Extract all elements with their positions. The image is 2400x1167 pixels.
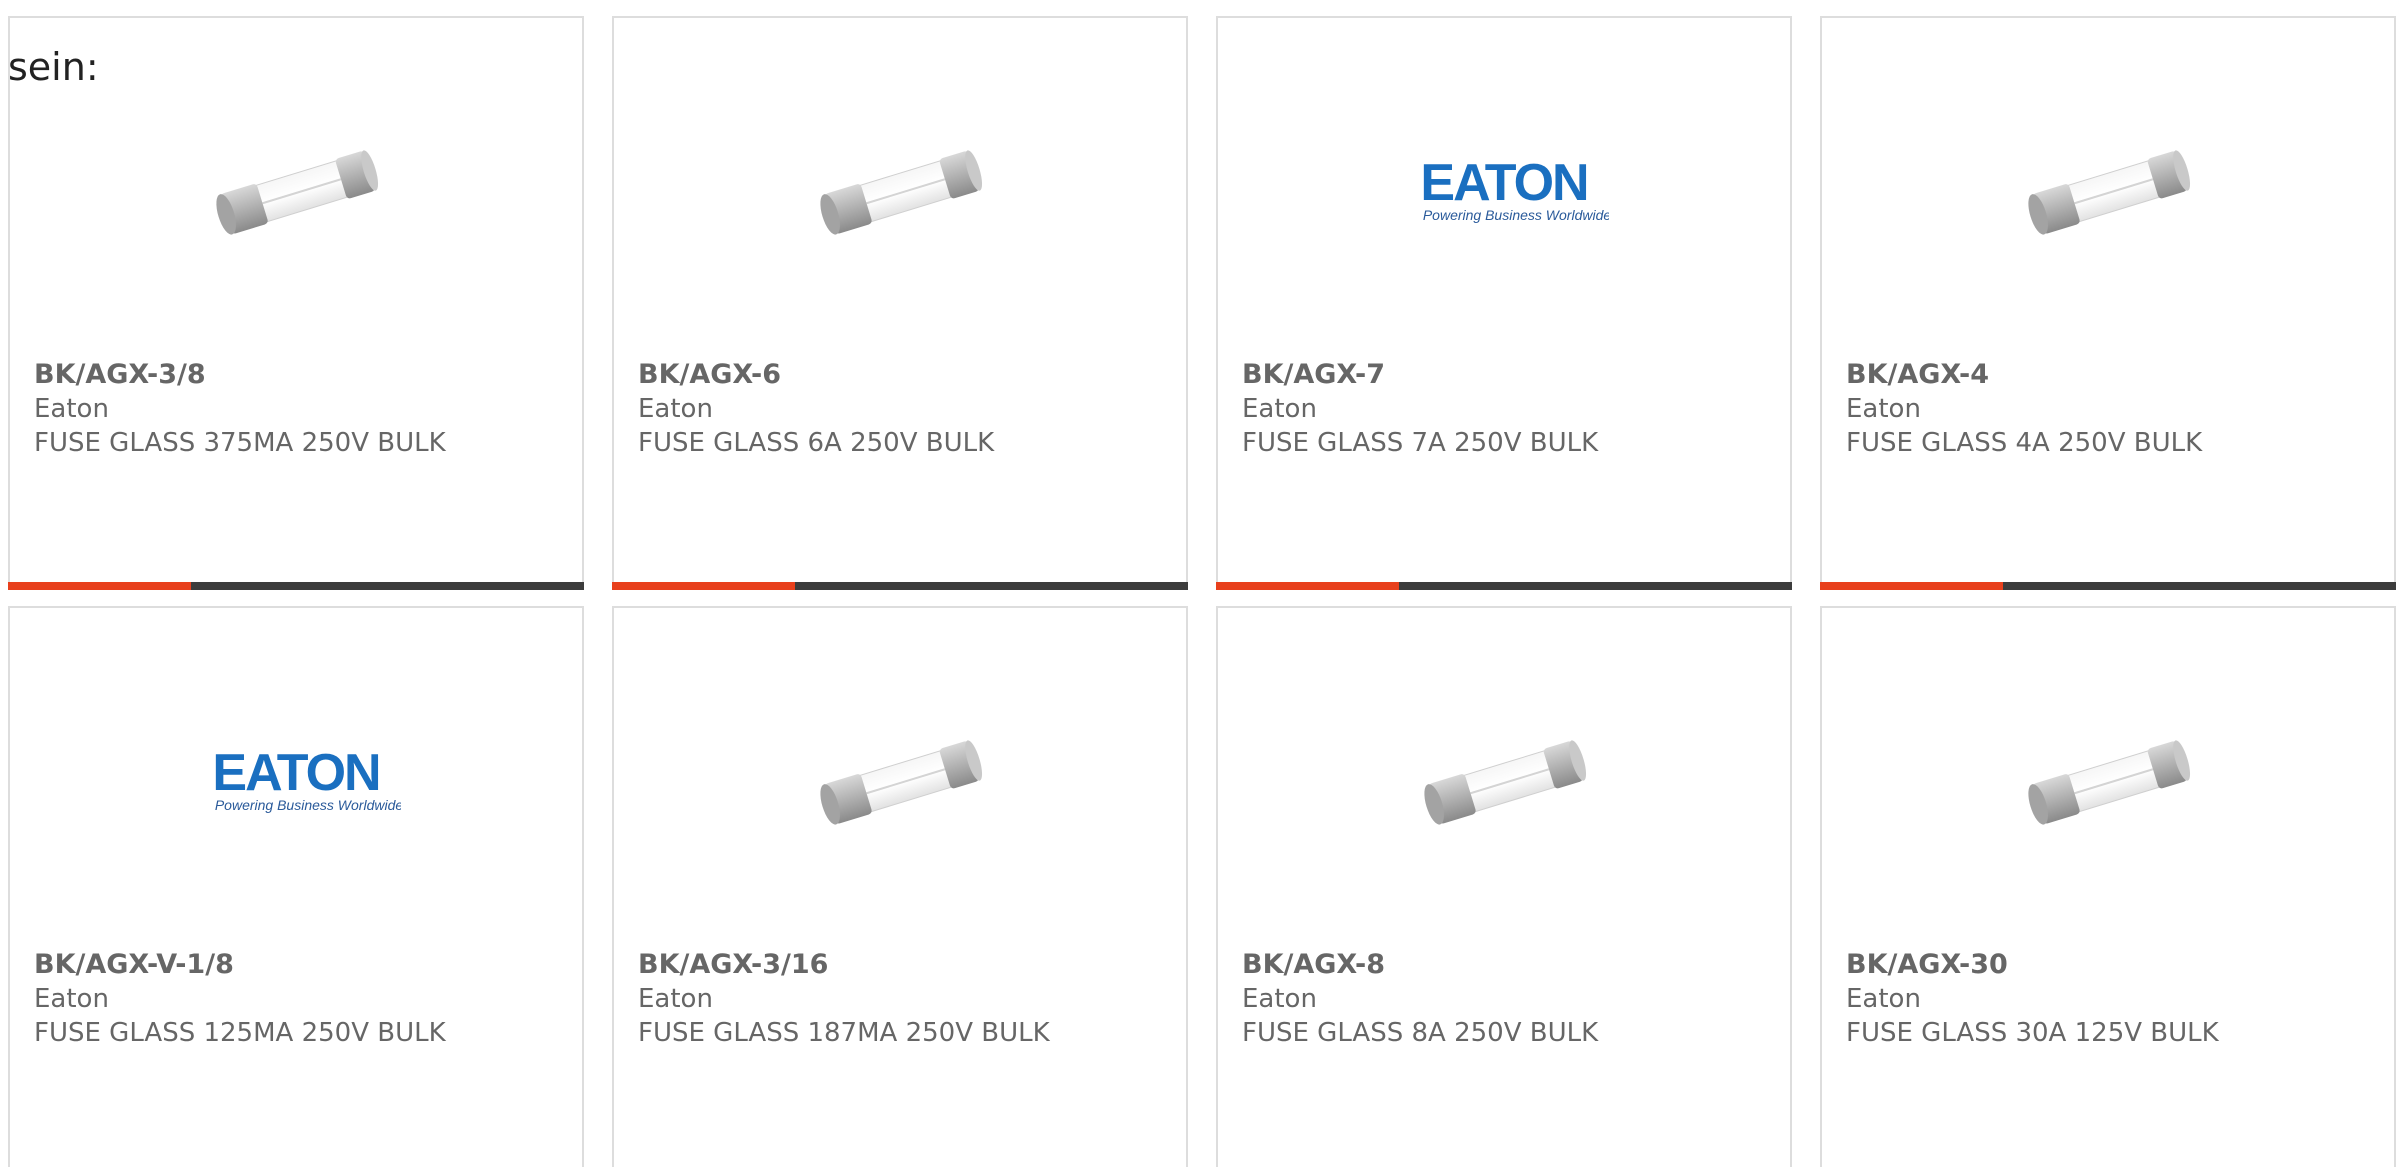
product-image[interactable] xyxy=(1218,708,1790,858)
product-listing-page: sein: BK/AGX-3/8 Eaton FUSE GLASS 375MA … xyxy=(0,0,2400,1167)
accent-bar-segment xyxy=(1820,582,2003,590)
product-image[interactable] xyxy=(10,118,582,268)
product-grid: BK/AGX-3/8 Eaton FUSE GLASS 375MA 250V BUL… xyxy=(8,16,2400,1167)
product-info: BK/AGX-4 Eaton FUSE GLASS 4A 250V BULK xyxy=(1846,358,2378,460)
card-accent-bar xyxy=(1216,582,1792,590)
product-part-number[interactable]: BK/AGX-8 xyxy=(1242,948,1774,982)
card-accent-bar xyxy=(1820,582,2396,590)
product-info: BK/AGX-7 Eaton FUSE GLASS 7A 250V BULK xyxy=(1242,358,1774,460)
product-manufacturer: Eaton xyxy=(1846,984,1921,1014)
dark-bar-segment xyxy=(191,582,584,590)
product-description: FUSE GLASS 375MA 250V BULK xyxy=(34,428,446,458)
product-description: FUSE GLASS 187MA 250V BULK xyxy=(638,1018,1050,1048)
product-description: FUSE GLASS 125MA 250V BULK xyxy=(34,1018,446,1048)
intro-text: sein: xyxy=(8,45,99,89)
product-info: BK/AGX-3/16 Eaton FUSE GLASS 187MA 250V BU… xyxy=(638,948,1170,1050)
accent-bar-segment xyxy=(612,582,795,590)
eaton-tagline: Powering Business Worldwide xyxy=(1423,207,1609,223)
product-info: BK/AGX-30 Eaton FUSE GLASS 30A 125V BULK xyxy=(1846,948,2378,1050)
eaton-logo-icon: EATON Powering Business Worldwide xyxy=(212,748,401,813)
product-part-number[interactable]: BK/AGX-3/8 xyxy=(34,358,566,392)
accent-bar-segment xyxy=(1216,582,1399,590)
product-image[interactable]: EATON Powering Business Worldwide xyxy=(1218,118,1790,268)
dark-bar-segment xyxy=(2003,582,2396,590)
product-card[interactable]: BK/AGX-3/16 Eaton FUSE GLASS 187MA 250V BU… xyxy=(612,606,1188,1167)
fuse-icon xyxy=(2028,740,2191,825)
product-image[interactable] xyxy=(614,708,1186,858)
dark-bar-segment xyxy=(1399,582,1792,590)
product-manufacturer: Eaton xyxy=(638,984,713,1014)
product-image[interactable] xyxy=(1822,118,2394,268)
product-part-number[interactable]: BK/AGX-4 xyxy=(1846,358,2378,392)
fuse-icon xyxy=(1424,740,1587,825)
product-part-number[interactable]: BK/AGX-3/16 xyxy=(638,948,1170,982)
product-manufacturer: Eaton xyxy=(34,394,109,424)
product-description: FUSE GLASS 30A 125V BULK xyxy=(1846,1018,2219,1048)
product-card[interactable]: BK/AGX-6 Eaton FUSE GLASS 6A 250V BULK xyxy=(612,16,1188,590)
product-card[interactable]: BK/AGX-30 Eaton FUSE GLASS 30A 125V BULK xyxy=(1820,606,2396,1167)
eaton-tagline: Powering Business Worldwide xyxy=(215,797,401,813)
product-manufacturer: Eaton xyxy=(1846,394,1921,424)
product-manufacturer: Eaton xyxy=(1242,984,1317,1014)
fuse-icon xyxy=(2028,150,2191,235)
eaton-wordmark: EATON xyxy=(1420,158,1587,212)
fuse-icon xyxy=(820,150,983,235)
card-accent-bar xyxy=(612,582,1188,590)
product-card[interactable]: BK/AGX-4 Eaton FUSE GLASS 4A 250V BULK xyxy=(1820,16,2396,590)
product-part-number[interactable]: BK/AGX-7 xyxy=(1242,358,1774,392)
product-info: BK/AGX-V-1/8 Eaton FUSE GLASS 125MA 250V B… xyxy=(34,948,566,1050)
product-part-number[interactable]: BK/AGX-30 xyxy=(1846,948,2378,982)
product-part-number[interactable]: BK/AGX-V-1/8 xyxy=(34,948,566,982)
product-card[interactable]: EATON Powering Business Worldwide BK/AGX… xyxy=(8,606,584,1167)
product-description: FUSE GLASS 6A 250V BULK xyxy=(638,428,995,458)
card-accent-bar xyxy=(8,582,584,590)
product-description: FUSE GLASS 7A 250V BULK xyxy=(1242,428,1599,458)
dark-bar-segment xyxy=(795,582,1188,590)
product-manufacturer: Eaton xyxy=(638,394,713,424)
product-info: BK/AGX-6 Eaton FUSE GLASS 6A 250V BULK xyxy=(638,358,1170,460)
product-card[interactable]: EATON Powering Business Worldwide BK/AGX… xyxy=(1216,16,1792,590)
fuse-icon xyxy=(216,150,379,235)
product-description: FUSE GLASS 8A 250V BULK xyxy=(1242,1018,1599,1048)
product-part-number[interactable]: BK/AGX-6 xyxy=(638,358,1170,392)
product-image[interactable]: EATON Powering Business Worldwide xyxy=(10,708,582,858)
fuse-icon xyxy=(820,740,983,825)
product-info: BK/AGX-3/8 Eaton FUSE GLASS 375MA 250V BUL… xyxy=(34,358,566,460)
product-manufacturer: Eaton xyxy=(1242,394,1317,424)
product-image[interactable] xyxy=(614,118,1186,268)
accent-bar-segment xyxy=(8,582,191,590)
eaton-logo-icon: EATON Powering Business Worldwide xyxy=(1420,158,1609,223)
product-card[interactable]: BK/AGX-8 Eaton FUSE GLASS 8A 250V BULK xyxy=(1216,606,1792,1167)
product-description: FUSE GLASS 4A 250V BULK xyxy=(1846,428,2203,458)
product-manufacturer: Eaton xyxy=(34,984,109,1014)
product-info: BK/AGX-8 Eaton FUSE GLASS 8A 250V BULK xyxy=(1242,948,1774,1050)
product-card[interactable]: BK/AGX-3/8 Eaton FUSE GLASS 375MA 250V BUL… xyxy=(8,16,584,590)
eaton-wordmark: EATON xyxy=(212,748,379,802)
product-image[interactable] xyxy=(1822,708,2394,858)
